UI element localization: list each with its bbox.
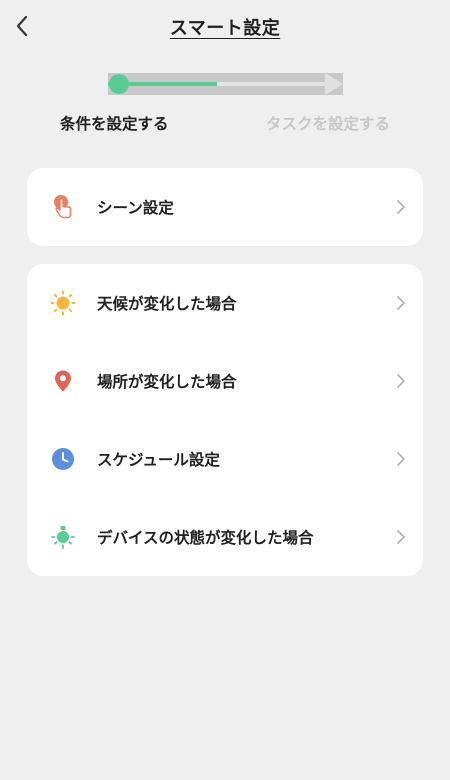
top-bar: スマート設定 (0, 0, 450, 52)
location-change-row[interactable]: 場所が変化した場合 (27, 342, 423, 420)
step-label-tasks: タスクを設定する (266, 115, 391, 133)
chevron-right-icon (395, 373, 407, 389)
location-pin-icon (50, 368, 76, 394)
step-label-conditions: 条件を設定する (60, 115, 169, 133)
row-label: 天候が変化した場合 (97, 295, 237, 313)
scene-card: シーン設定 (27, 168, 423, 246)
chevron-right-icon (395, 199, 407, 215)
progress-current-dot (109, 74, 129, 94)
step-progress-bar (108, 73, 343, 95)
schedule-setting-row[interactable]: スケジュール設定 (27, 420, 423, 498)
scene-setting-row[interactable]: シーン設定 (27, 168, 423, 246)
conditions-card: 天候が変化した場合 場所が変化した場合 スケジュール設定 デバイスの状態が変化し… (27, 264, 423, 576)
row-label: スケジュール設定 (97, 451, 220, 469)
page-title: スマート設定 (169, 18, 281, 39)
chevron-right-icon (395, 295, 407, 311)
progress-arrow-icon (325, 73, 343, 95)
row-label: シーン設定 (97, 199, 174, 217)
weather-change-row[interactable]: 天候が変化した場合 (27, 264, 423, 342)
row-label: デバイスの状態が変化した場合 (97, 529, 314, 547)
row-label: 場所が変化した場合 (97, 373, 237, 391)
progress-remaining (217, 82, 325, 86)
chevron-right-icon (395, 451, 407, 467)
device-bulb-icon (50, 524, 76, 550)
device-status-change-row[interactable]: デバイスの状態が変化した場合 (27, 498, 423, 576)
sun-icon (50, 290, 76, 316)
tap-hand-icon (50, 194, 76, 220)
chevron-right-icon (395, 529, 407, 545)
clock-icon (50, 446, 76, 472)
